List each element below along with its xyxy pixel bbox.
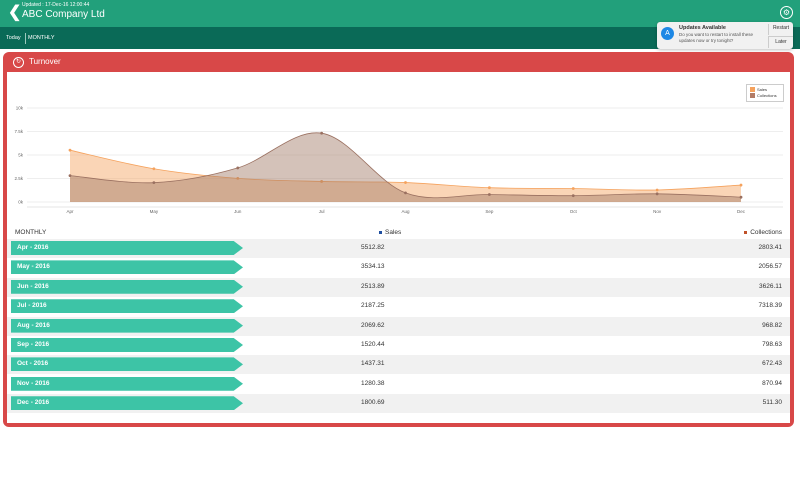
back-icon[interactable]: ❮: [8, 5, 21, 21]
collections-value: 7318.39: [758, 302, 783, 310]
collections-value: 672.43: [762, 360, 782, 368]
month-label[interactable]: Aug - 2016: [11, 318, 243, 333]
sales-value: 2069.62: [361, 321, 385, 329]
column-month: MONTHLY: [15, 229, 47, 236]
table-row[interactable]: Dec - 2016 1800.69 511.30: [7, 394, 790, 414]
app-store-icon: A: [661, 27, 674, 40]
sales-point: [655, 188, 659, 192]
collections-value: 511.30: [762, 399, 782, 407]
tab-monthly[interactable]: MONTHLY: [28, 35, 54, 41]
later-button[interactable]: Later: [768, 36, 793, 48]
x-tick-label: Nov: [653, 209, 662, 214]
x-tick-label: May: [150, 209, 159, 214]
sales-value: 5512.82: [361, 244, 385, 251]
sales-point: [404, 181, 407, 184]
table-row[interactable]: Apr - 2016 5512.82 2803.41: [7, 239, 790, 258]
y-tick-label: 0k: [18, 200, 24, 205]
collections-point: [68, 174, 72, 178]
sales-point: [152, 167, 156, 171]
table-row[interactable]: Aug - 2016 2069.62 968.82: [7, 316, 790, 336]
legend-collections: Collections: [750, 93, 777, 99]
x-tick-label: Aug: [401, 209, 410, 214]
y-tick-label: 10k: [16, 106, 24, 111]
restart-button[interactable]: Restart: [768, 24, 793, 35]
sales-value: 2187.25: [361, 302, 385, 310]
x-tick-label: Apr: [66, 209, 74, 214]
table-row[interactable]: Jun - 2016 2513.89 3626.11: [7, 277, 790, 297]
panel-body: 0k 2.5k 5k 7.5k 10k Apr May Jun Jul Aug Sep Oct Nov D…: [7, 72, 790, 423]
refresh-icon[interactable]: ↻: [13, 57, 24, 68]
collections-value: 3626.11: [758, 282, 782, 290]
turnover-chart: 0k 2.5k 5k 7.5k 10k Apr May Jun Jul Aug Sep Oct Nov D…: [14, 106, 783, 214]
column-collections: Collections: [744, 229, 782, 236]
tab-today[interactable]: Today: [6, 35, 21, 41]
collections-point: [739, 195, 743, 199]
x-tick-label: Oct: [570, 209, 578, 214]
x-tick-label: Jul: [319, 209, 325, 214]
table-row[interactable]: Oct - 2016 1437.31 672.43: [7, 355, 790, 375]
collections-point: [152, 181, 156, 185]
collections-value: 968.82: [762, 321, 782, 329]
sales-marker-icon: [379, 230, 382, 234]
collections-point: [404, 191, 407, 195]
collections-point: [655, 192, 659, 196]
collections-value: 2803.41: [758, 244, 783, 251]
y-tick-label: 2.5k: [14, 176, 23, 181]
sales-point: [487, 186, 491, 190]
turnover-panel: ↻ Turnover 0k 2.5k 5k 7.5k 10k Apr May Jun Jul Au…: [3, 52, 794, 427]
collections-point: [320, 131, 324, 135]
month-label[interactable]: Oct - 2016: [11, 357, 243, 372]
sales-value: 1437.31: [361, 360, 385, 368]
sales-value: 2513.89: [361, 282, 385, 290]
collections-value: 798.63: [762, 341, 782, 348]
x-tick-label: Dec: [737, 209, 746, 214]
notification-title: Updates Available: [679, 25, 726, 31]
collections-point: [571, 194, 575, 198]
month-label[interactable]: Sep - 2016: [11, 338, 243, 352]
y-tick-label: 5k: [18, 153, 24, 158]
y-tick-label: 7.5k: [14, 129, 23, 134]
sales-point: [571, 187, 575, 190]
sales-point: [739, 183, 743, 187]
collections-marker-icon: [744, 230, 748, 234]
month-label[interactable]: Nov - 2016: [11, 376, 243, 391]
notification-message: Do you want to restart to install these …: [679, 32, 754, 43]
updated-timestamp: Updated : 17-Dec-16 12:00:44: [22, 2, 90, 8]
table-header: MONTHLY Sales Collections: [7, 226, 790, 238]
sales-value: 3534.13: [361, 263, 385, 271]
table-row[interactable]: May - 2016 3534.13 2056.57: [7, 258, 790, 277]
month-label[interactable]: Jun - 2016: [11, 279, 243, 294]
tab-divider: [25, 33, 26, 44]
collections-value: 2056.57: [758, 263, 783, 271]
table-row[interactable]: Sep - 2016 1520.44 798.63: [7, 336, 790, 355]
x-tick-label: Jun: [234, 209, 242, 214]
collections-point: [236, 166, 240, 170]
collections-value: 870.94: [762, 379, 782, 387]
settings-icon[interactable]: ⚙: [780, 6, 793, 19]
x-tick-label: Sep: [485, 209, 494, 214]
table-row[interactable]: Jul - 2016 2187.25 7318.39: [7, 297, 790, 316]
month-label[interactable]: Apr - 2016: [11, 241, 243, 255]
sales-value: 1520.44: [361, 341, 385, 348]
chart-legend: Sales Collections: [746, 84, 784, 102]
sales-point: [68, 148, 72, 152]
month-label[interactable]: Dec - 2016: [11, 396, 243, 411]
panel-title: Turnover: [29, 57, 61, 66]
update-notification: A Updates Available Do you want to resta…: [657, 22, 793, 49]
table-row[interactable]: Nov - 2016 1280.38 870.94: [7, 375, 790, 394]
sales-value: 1800.69: [361, 399, 385, 407]
month-label[interactable]: May - 2016: [11, 260, 243, 275]
collections-point: [487, 193, 491, 196]
company-name: ABC Company Ltd: [22, 9, 105, 20]
sales-value: 1280.38: [361, 379, 385, 387]
column-sales: Sales: [379, 229, 401, 236]
panel-header: ↻ Turnover: [3, 52, 794, 72]
month-label[interactable]: Jul - 2016: [11, 299, 243, 314]
